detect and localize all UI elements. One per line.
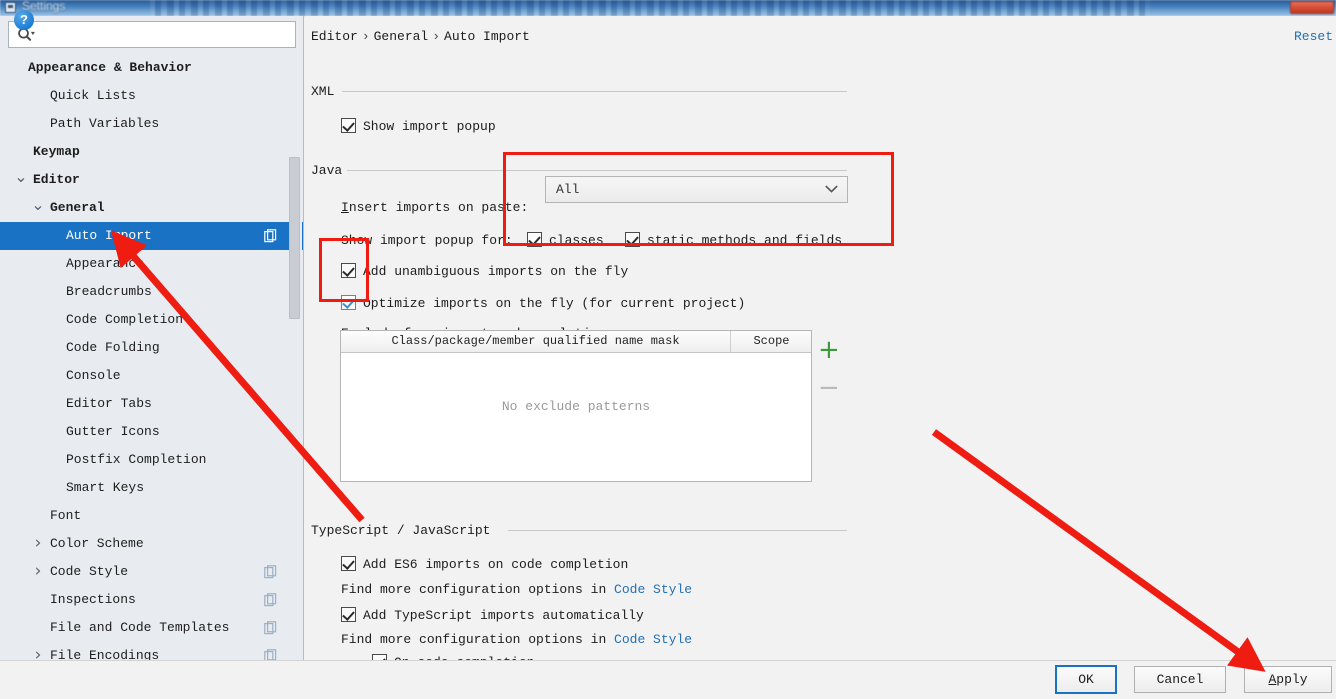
annotation-arrows: [110, 230, 1266, 672]
arrow-to-apply-button: [931, 429, 1266, 672]
settings-dialog: Settings Appearance & Behavior Quick List…: [0, 0, 1336, 699]
arrow-to-auto-import: [110, 230, 365, 523]
